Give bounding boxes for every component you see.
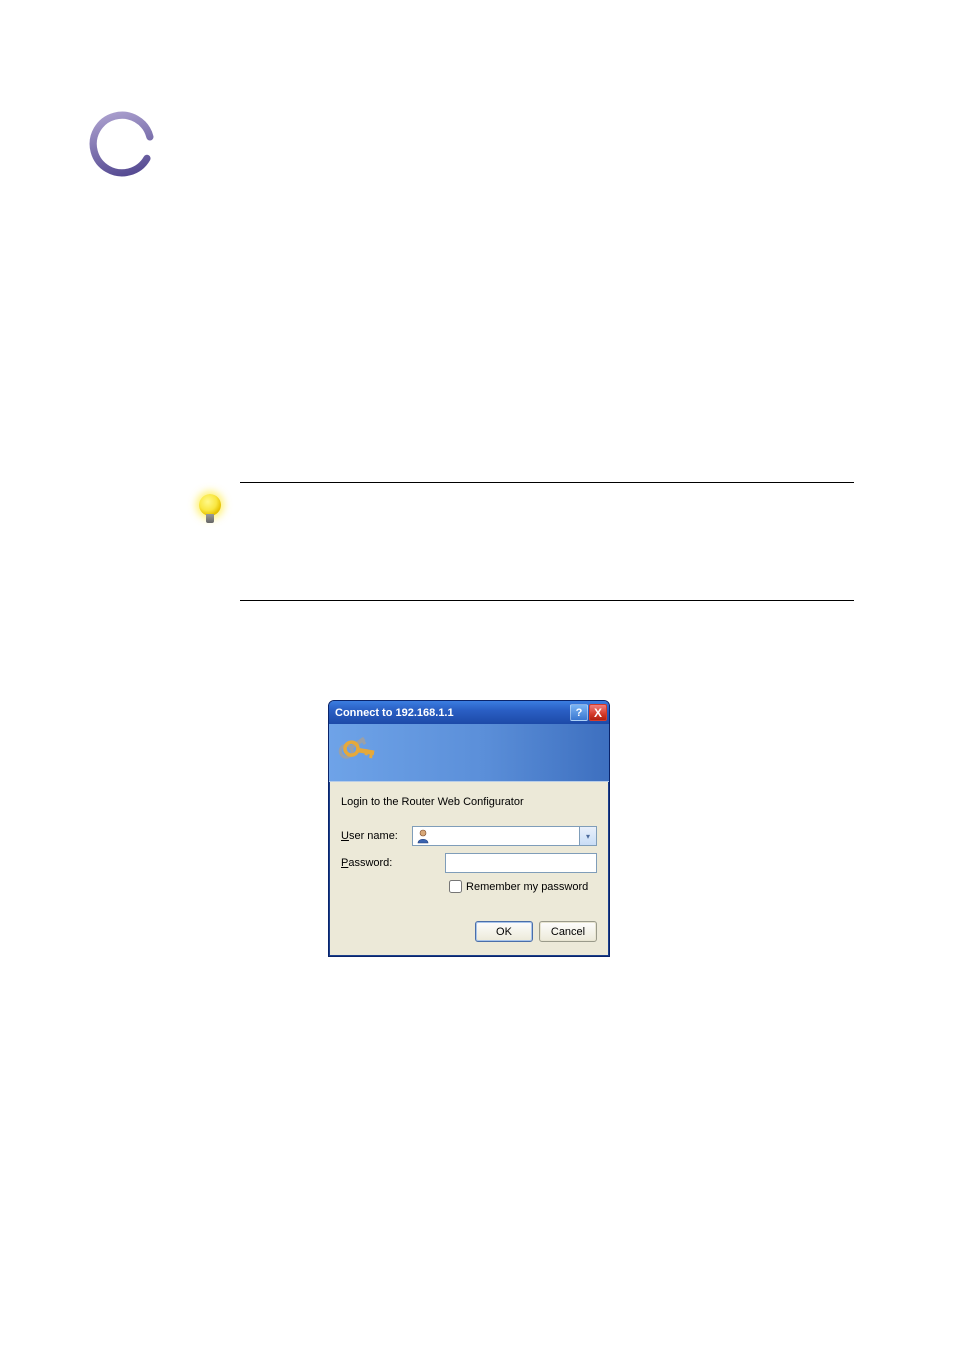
dialog-banner [329,724,609,782]
titlebar[interactable]: Connect to 192.168.1.1 ? X [329,701,609,724]
auth-dialog: Connect to 192.168.1.1 ? X [328,700,610,957]
login-prompt: Login to the Router Web Configurator [341,796,597,808]
help-button[interactable]: ? [570,704,588,721]
username-dropdown[interactable]: ▾ [580,826,597,846]
circle-logo [86,108,158,180]
username-input[interactable] [412,826,580,846]
lightbulb-icon [196,494,224,530]
remember-label: Remember my password [466,881,588,893]
horizontal-rule [240,600,854,601]
ok-button[interactable]: OK [475,921,533,942]
password-input[interactable] [445,853,597,873]
close-button[interactable]: X [589,704,607,721]
user-icon [415,828,431,844]
keys-icon [337,730,381,774]
remember-checkbox[interactable] [449,880,462,893]
password-label: Password: [341,857,445,869]
horizontal-rule [240,482,854,483]
username-label: User name: [341,830,412,842]
dialog-title: Connect to 192.168.1.1 [335,707,569,719]
cancel-button[interactable]: Cancel [539,921,597,942]
